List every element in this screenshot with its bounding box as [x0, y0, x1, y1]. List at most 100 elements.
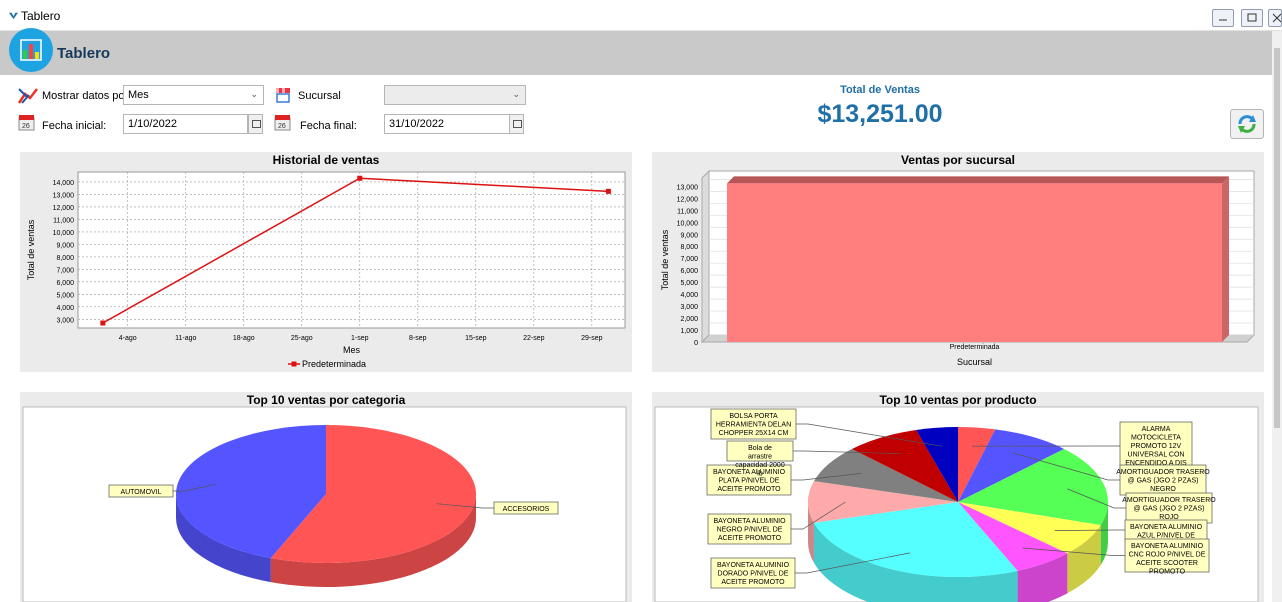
y-axis-label: Total de ventas: [660, 229, 670, 290]
sucursal-label: Sucursal: [298, 90, 341, 102]
top-categoria-chart: ACCESORIOS AUTOMOVIL: [22, 406, 627, 602]
close-button[interactable]: [1268, 9, 1282, 27]
y-tick-label: 4,000: [56, 305, 74, 312]
pie-label-text: AUTOMOVIL: [120, 489, 161, 496]
maximize-icon: [1247, 13, 1257, 22]
x-tick-label: 4-ago: [119, 335, 137, 342]
close-icon: [1272, 13, 1282, 23]
y-tick-label: 13,000: [677, 184, 699, 191]
y-tick-label: 3,000: [56, 317, 74, 324]
y-tick-label: 11,000: [677, 208, 698, 215]
bar-side: [1222, 176, 1229, 342]
y-tick-label: 2,000: [680, 316, 698, 323]
legend-marker: [291, 361, 297, 367]
y-axis-label: Total de ventas: [26, 219, 36, 280]
x-tick-label: 22-sep: [523, 335, 545, 342]
svg-text:26: 26: [22, 123, 30, 130]
y-tick-label: 14,000: [53, 180, 75, 187]
minimize-icon: [1219, 19, 1227, 21]
fecha-final-calendar-button[interactable]: [509, 114, 524, 134]
plot-side-wall: [701, 169, 710, 344]
top-producto-panel: Top 10 ventas por producto ALARMA MOTOCIC…: [652, 392, 1264, 602]
fecha-final-input[interactable]: 31/10/2022: [384, 114, 510, 134]
x-tick-label: 11-ago: [175, 335, 196, 342]
y-tick-label: 13,000: [53, 192, 75, 199]
plot-area: [77, 171, 626, 329]
chevron-down-icon: ⌄: [250, 89, 258, 99]
refresh-button[interactable]: [1230, 109, 1264, 139]
ventas-sucursal-chart: 0 1,000 2,000 3,000 4,000 5,000 6,000 7,000 8,00…: [660, 169, 1256, 367]
svg-text:26: 26: [278, 123, 286, 130]
top-producto-chart: ALARMA MOTOCICLETA PROMOTO 12V UNIVERSAL CO…: [654, 406, 1259, 602]
window-title: Tablero: [21, 9, 61, 23]
y-tick-label: 4,000: [680, 292, 698, 299]
y-tick-label: 11,000: [53, 217, 74, 224]
y-tick-label: 10,000: [677, 220, 699, 227]
y-tick-label: 1,000: [680, 328, 698, 335]
total-ventas-title: Total de Ventas: [840, 84, 920, 96]
x-tick-label: 29-sep: [581, 335, 603, 342]
mostrar-datos-value: Mes: [128, 89, 149, 101]
window-titlebar: Tablero: [0, 0, 1282, 31]
minimize-button[interactable]: [1212, 9, 1234, 27]
x-tick-label: 8-sep: [409, 335, 427, 342]
total-ventas-value: $13,251.00: [817, 100, 943, 128]
calendar-icon: 26: [18, 115, 35, 131]
y-tick-label: 9,000: [56, 242, 74, 249]
y-tick-label: 0: [694, 340, 698, 347]
x-tick-label: Predeterminada: [950, 344, 1000, 351]
sucursal-select[interactable]: ⌄: [384, 85, 526, 105]
data-point: [605, 188, 611, 194]
maximize-button[interactable]: [1241, 9, 1263, 27]
y-tick-label: 12,000: [53, 205, 75, 212]
y-tick-label: 7,000: [680, 256, 698, 263]
x-axis-label: Mes: [343, 345, 361, 355]
mostrar-datos-label: Mostrar datos por:: [42, 90, 132, 102]
fecha-inicial-calendar-button[interactable]: [248, 114, 263, 134]
bar: [727, 183, 1222, 342]
chart-tools-icon: [17, 88, 38, 104]
fecha-inicial-value: 1/10/2022: [128, 118, 177, 130]
dashboard-logo-icon: [9, 28, 53, 72]
bar-top: [727, 176, 1229, 184]
fecha-final-value: 31/10/2022: [389, 118, 445, 130]
page-header: Tablero: [0, 31, 1272, 75]
page-title: Tablero: [57, 45, 111, 62]
historial-ventas-chart: 3,000 4,000 5,000 6,000 7,000 8,000 9,000 10,00…: [26, 171, 626, 369]
store-icon: [276, 88, 290, 103]
y-tick-label: 6,000: [680, 268, 698, 275]
x-axis-label: Sucursal: [957, 357, 992, 367]
x-tick-label: 18-ago: [233, 335, 255, 342]
mostrar-datos-select[interactable]: Mes ⌄: [123, 85, 264, 105]
historial-ventas-panel: Historial de ventas 3,000 4,000 5,000 6,000…: [20, 152, 632, 372]
data-point: [357, 175, 363, 181]
y-tick-label: 7,000: [56, 267, 74, 274]
top-categoria-panel: Top 10 ventas por categoria ACCESORIOS AU…: [20, 392, 632, 602]
calendar-icon: 26: [274, 115, 291, 131]
x-tick-label: 1-sep: [351, 335, 369, 342]
fecha-final-label: Fecha final:: [300, 120, 357, 132]
y-tick-label: 8,000: [680, 244, 698, 251]
fecha-inicial-label: Fecha inicial:: [42, 120, 107, 132]
y-tick-label: 6,000: [56, 280, 74, 287]
pie-label-text: BAYONETA ALUMINIO DORADO P/NIVEL DE ACEITE…: [717, 562, 790, 586]
pie-label-text: BAYONETA ALUMINIO PLATA P/NIVEL DE ACEITE …: [713, 469, 786, 493]
data-point: [100, 320, 106, 326]
legend-label: Predeterminada: [302, 359, 366, 369]
scrollbar-thumb[interactable]: [1274, 48, 1280, 428]
chevron-down-icon: ⌄: [512, 89, 520, 99]
y-tick-label: 3,000: [680, 304, 698, 311]
ventas-sucursal-panel: Ventas por sucursal 0 1,000 2,000 3,000 4,00…: [652, 152, 1264, 372]
y-tick-label: 5,000: [680, 280, 698, 287]
y-tick-label: 10,000: [53, 230, 75, 237]
y-tick-label: 5,000: [56, 292, 74, 299]
pie-label-text: ACCESORIOS: [503, 506, 550, 513]
pie-label-text: BAYONETA ALUMINIO NEGRO P/NIVEL DE ACEITE …: [713, 518, 786, 542]
fecha-inicial-input[interactable]: 1/10/2022: [123, 114, 248, 134]
y-tick-label: 8,000: [56, 255, 74, 262]
pie-label-text: BAYONETA ALUMINIO AZUL P/NIVEL DE: [1130, 524, 1203, 540]
y-tick-label: 12,000: [677, 196, 699, 203]
x-tick-label: 15-sep: [465, 335, 487, 342]
x-tick-label: 25-ago: [291, 335, 313, 342]
app-icon: [9, 12, 18, 20]
